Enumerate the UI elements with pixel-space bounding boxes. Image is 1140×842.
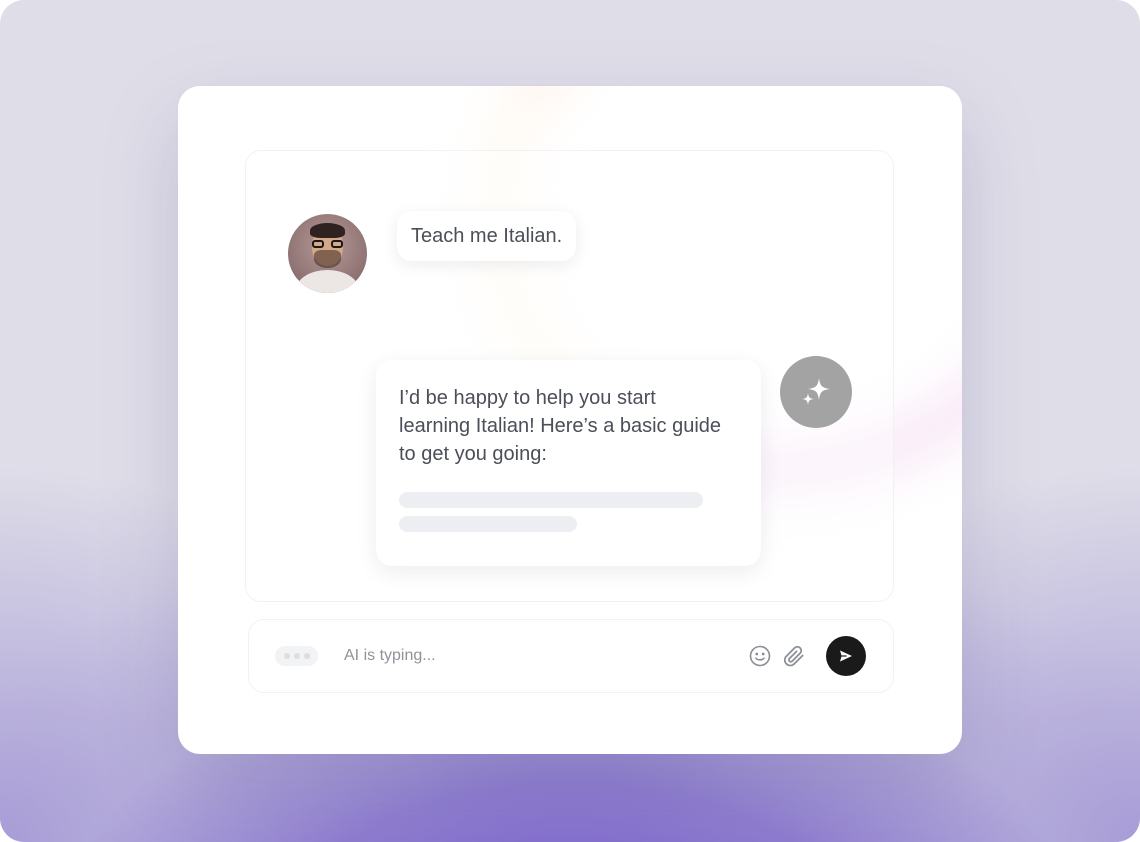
- loading-skeleton-line: [399, 516, 577, 532]
- message-thread: Teach me Italian. I’d be happy to help y…: [245, 150, 894, 602]
- user-message-bubble: Teach me Italian.: [397, 211, 577, 261]
- message-composer: AI is typing...: [248, 619, 894, 693]
- loading-skeleton-line: [399, 492, 703, 508]
- background-stage: Teach me Italian. I’d be happy to help y…: [0, 0, 1140, 842]
- smiley-icon: [749, 645, 771, 667]
- send-arrow-icon: [840, 650, 852, 662]
- avatar-shirt: [296, 270, 359, 293]
- typing-indicator: [275, 646, 318, 666]
- avatar-hair: [310, 223, 345, 238]
- typing-status-text: AI is typing...: [344, 647, 436, 664]
- emoji-button[interactable]: [748, 644, 772, 668]
- avatar-glasses: [312, 240, 343, 248]
- sparkles-icon: [802, 378, 830, 405]
- chat-window: Teach me Italian. I’d be happy to help y…: [178, 86, 962, 754]
- ai-message-text: I’d be happy to help you start learning …: [399, 387, 722, 465]
- user-message-text: Teach me Italian.: [411, 224, 563, 247]
- attach-button[interactable]: [781, 643, 807, 669]
- avatar-beard: [314, 250, 341, 268]
- user-avatar: [288, 214, 367, 293]
- ai-avatar: [780, 356, 852, 428]
- send-button[interactable]: [826, 636, 866, 676]
- ai-message-bubble: I’d be happy to help you start learning …: [376, 360, 761, 566]
- paperclip-icon: [783, 645, 804, 667]
